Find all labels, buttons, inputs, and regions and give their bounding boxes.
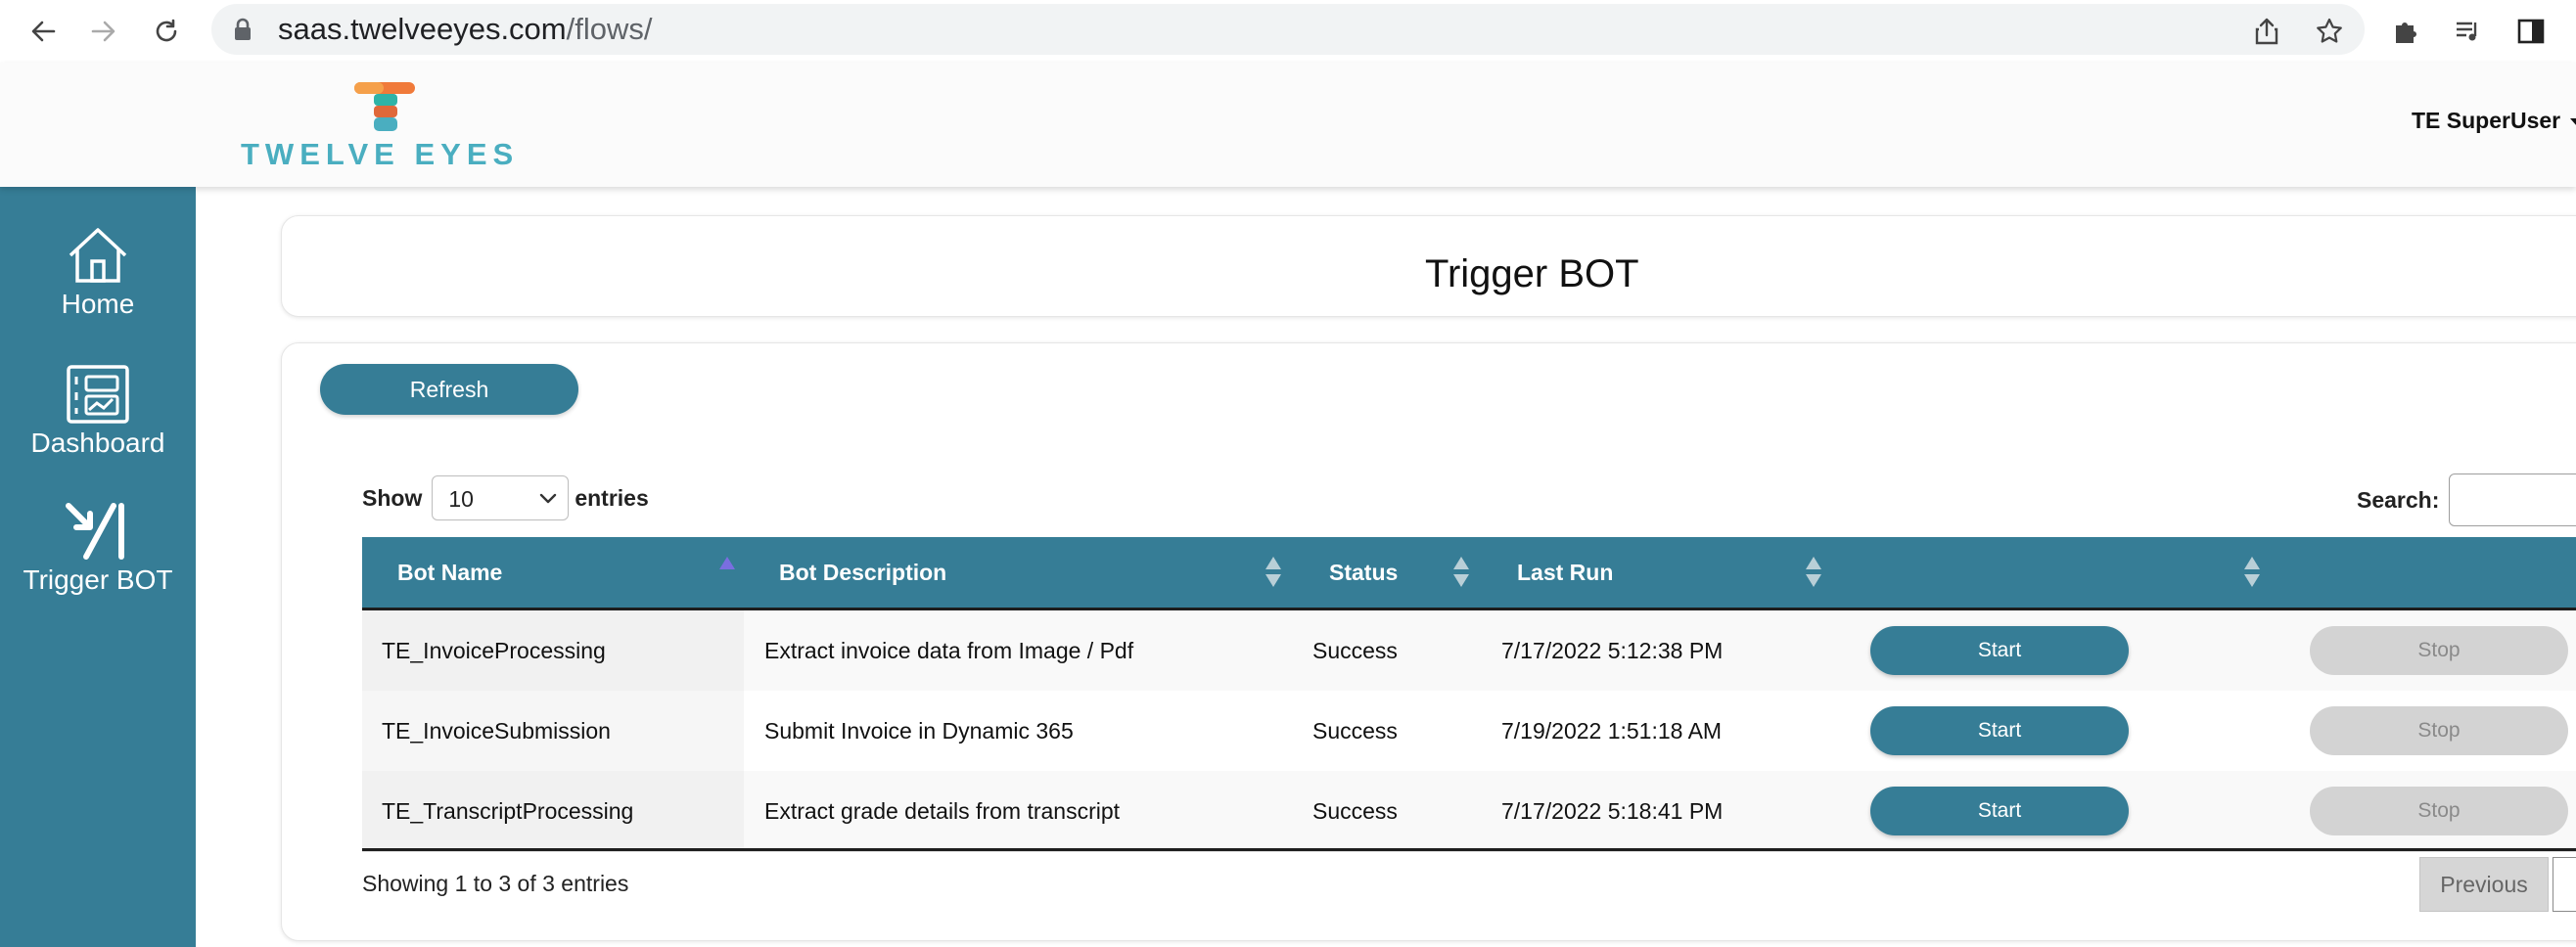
caret-down-icon [2570,117,2576,126]
twelve-eyes-logo-icon [354,82,415,131]
bot-description-cell: Extract grade details from transcript [764,797,1121,824]
start-button[interactable]: Start [1870,787,2129,835]
sort-icon [1452,557,1470,588]
column-header-last-run[interactable]: Last Run [1517,537,1613,608]
table-row: TE_InvoiceProcessing Extract invoice dat… [362,610,2576,692]
url-text[interactable]: saas.twelveeyes.com/flows/ [278,12,652,47]
search-input[interactable] [2449,474,2576,526]
entries-label: entries [575,484,649,511]
reload-button[interactable] [143,8,190,55]
sidebar-item-dashboard[interactable]: Dashboard [0,363,196,490]
entries-select[interactable]: 10 [432,475,570,520]
url-host: saas.twelveeyes.com [278,12,567,46]
bookmark-button[interactable] [2308,10,2351,53]
trigger-bot-icon [66,503,124,560]
table-bottom-border [362,848,2576,851]
share-button[interactable] [2245,10,2288,53]
stop-button[interactable]: Stop [2310,626,2568,675]
reload-icon [156,19,177,42]
last-run-cell: 7/19/2022 1:51:18 AM [1501,717,1723,744]
status-cell: Success [1312,717,1398,744]
table-row: TE_TranscriptProcessing Extract grade de… [362,771,2576,852]
table-info: Showing 1 to 3 of 3 entries [362,871,629,896]
bot-description-cell: Extract invoice data from Image / Pdf [764,637,1134,663]
puzzle-icon [2396,23,2416,43]
side-panel-icon [2517,19,2545,44]
sidebar-item-label: Dashboard [30,428,165,458]
status-cell: Success [1312,637,1398,663]
lock-icon [235,18,251,40]
back-arrow-icon [31,21,56,42]
star-icon [2317,18,2342,43]
start-button[interactable]: Start [1870,626,2129,675]
sort-icon [1265,557,1282,588]
forward-button[interactable] [80,8,127,55]
bot-name-cell: TE_TranscriptProcessing [382,797,634,824]
back-button[interactable] [20,8,67,55]
search-label: Search: [2357,486,2440,513]
last-run-cell: 7/17/2022 5:12:38 PM [1501,637,1724,663]
sidebar: Home Dashboard Trigger BOT [0,187,196,947]
url-path: /flows/ [566,12,653,46]
playlist-icon [2457,22,2477,41]
stop-button[interactable]: Stop [2310,706,2568,755]
dashboard-icon [67,365,129,424]
table-header: Bot Name Bot Description Status Last Run [362,537,2576,610]
sidebar-item-label: Trigger BOT [23,564,173,595]
refresh-button[interactable]: Refresh [320,364,578,415]
bot-name-cell: TE_InvoiceProcessing [382,637,606,663]
forward-arrow-icon [91,21,115,42]
table-search: Search: [2357,473,2576,527]
last-run-cell: 7/17/2022 5:18:41 PM [1501,797,1724,824]
user-menu[interactable]: TE SuperUser [2412,108,2576,134]
previous-page-button[interactable]: Previous [2419,857,2549,912]
sidebar-item-home[interactable]: Home [0,224,196,351]
column-header-bot-description[interactable]: Bot Description [779,537,946,608]
media-button[interactable] [2447,10,2490,53]
user-name: TE SuperUser [2412,108,2561,133]
sort-icon [2243,557,2261,588]
page-title: Trigger BOT [1425,252,1639,295]
chevron-down-icon [540,493,557,504]
status-cell: Success [1312,797,1398,824]
sort-asc-icon [718,557,736,588]
next-page-button[interactable] [2553,857,2576,912]
table-row: TE_InvoiceSubmission Submit Invoice in D… [362,691,2576,772]
home-icon [69,228,127,283]
extensions-button[interactable] [2384,10,2427,53]
entries-select-value: 10 [448,486,474,512]
start-button[interactable]: Start [1870,706,2129,755]
show-label: Show [362,484,423,511]
side-panel-button[interactable] [2509,10,2553,53]
share-icon [2255,18,2278,45]
browser-toolbar: saas.twelveeyes.com/flows/ [0,0,2576,64]
brand-name: TWELVE EYES [241,137,520,171]
bot-name-cell: TE_InvoiceSubmission [382,717,611,744]
column-header-bot-name[interactable]: Bot Name [397,537,502,608]
sidebar-item-label: Home [61,289,135,319]
column-header-status[interactable]: Status [1329,537,1398,608]
sort-icon [1805,557,1822,588]
entries-length-control: Show 10 entries [362,474,649,522]
stop-button[interactable]: Stop [2310,787,2568,835]
sidebar-item-trigger-bot[interactable]: Trigger BOT [0,500,196,627]
bot-description-cell: Submit Invoice in Dynamic 365 [764,717,1074,744]
